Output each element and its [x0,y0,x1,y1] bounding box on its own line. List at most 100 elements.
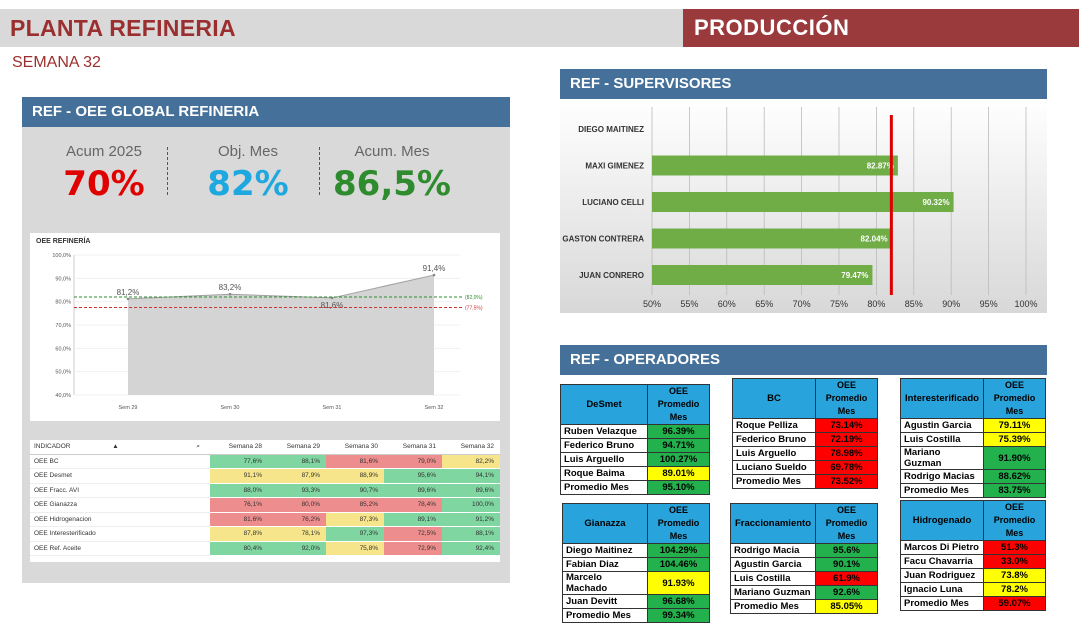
operator-value: 89.01% [647,466,710,481]
table-row[interactable]: OEE Hidrogenacion 81,6% 76,2% 87,3% 89,1% 91,… [30,512,500,527]
operator-name: Ruben Velazque [560,424,648,439]
operator-name: Federico Bruno [732,432,816,447]
operator-name: Promedio Mes [562,608,648,623]
operator-value: 51.3% [983,540,1046,555]
group-name: Fraccionamiento [730,503,816,544]
operator-header-row: Interesterificado OEE Promedio Mes [900,378,1046,419]
operator-row: Juan Rodriguez 73.8% [900,568,1046,583]
operator-name: Facu Chavarria [900,554,984,569]
operator-row: Rodrigo Macias 88.62% [900,469,1046,484]
x-tick-label: 90% [942,299,960,309]
operator-row: Luis Arguello 78.98% [732,446,878,461]
x-tick-label: 95% [980,299,998,309]
oee-panel-title: REF - OEE GLOBAL REFINERIA [22,97,510,127]
operator-value: 33.0% [983,554,1046,569]
bar-value-label: 82.04% [861,235,888,244]
operator-value: 79.11% [983,418,1046,433]
group-name: Hidrogenado [900,500,984,541]
reference-label: (82,0%) [465,295,483,301]
operator-value: 88.62% [983,469,1046,484]
table-cell: 89,6% [442,483,500,498]
operator-value: 61.9% [815,571,878,586]
kpi-label: Obj. Mes [217,143,278,160]
operator-row: Promedio Mes 83.75% [900,483,1046,498]
table-row[interactable]: OEE Interesterificado 87,8% 78,1% 97,3% 72,5… [30,526,500,542]
operator-row: Ruben Velazque 96.39% [560,424,710,439]
oee-refineria-chart: OEE REFINERÍA 40,0% 50,0% 60,0% 70,0% 80,0% 9… [30,233,500,421]
table-cell: 93,3% [268,483,326,498]
column-header[interactable]: Semana 29 [268,440,326,455]
top-bar: PLANTA REFINERIA PRODUCCIÓN [0,9,1079,47]
operator-name: Luis Costilla [900,432,984,447]
operator-header-row: BC OEE Promedio Mes [732,378,878,419]
supervisor-name: DIEGO MAITINEZ [578,125,644,134]
operator-value: 75.39% [983,432,1046,447]
operator-row: Juan Devitt 96.68% [562,594,710,609]
table-cell: 87,8% [210,526,268,542]
y-tick-label: 70,0% [55,323,71,329]
table-row[interactable]: OEE Desmet 91,1% 87,9% 88,9% 95,6% 94,1% [30,468,500,484]
operator-name: Ignacio Luna [900,582,984,597]
supervisor-bar [652,265,873,285]
group-name: BC [732,378,816,419]
column-header[interactable]: Semana 31 [384,440,442,455]
bar-value-label: 79.47% [841,271,868,280]
table-cell: 78,1% [268,526,326,542]
operator-table-gianazza: Gianazza OEE Promedio Mes Diego Maitinez 10… [562,503,710,623]
operator-row: Ignacio Luna 78.2% [900,582,1046,597]
search-icon[interactable]: ⌕ [196,443,200,451]
operator-row: Facu Chavarria 33.0% [900,554,1046,569]
kpi-value: 82% [207,164,289,204]
column-header[interactable]: Semana 32 [442,440,500,455]
operator-name: Roque Pelliza [732,418,816,433]
table-row[interactable]: OEE Ref. Aceite 80,4% 92,0% 75,8% 72,9% 92,4% [30,541,500,556]
x-tick-label: 85% [905,299,923,309]
kpi-obj-mes: Obj. Mes 82% [188,143,308,204]
column-header[interactable]: INDICADOR ▲ ⌕ [30,440,210,455]
operator-value: 91.90% [983,446,1046,470]
operator-name: Agustin Garcia [730,557,816,572]
table-row[interactable]: OEE Gianazza 76,1% 80,0% 85,2% 78,4% 100,0% [30,497,500,513]
operator-name: Luis Arguello [560,452,648,467]
operator-name: Fabian Diaz [562,557,648,572]
operator-row: Marcos Di Pietro 51.3% [900,540,1046,555]
operator-value: 95.6% [815,543,878,558]
operator-value: 73.14% [815,418,878,433]
operator-name: Juan Rodriguez [900,568,984,583]
operator-row: Roque Baima 89.01% [560,466,710,481]
operator-value: 96.68% [647,594,710,609]
supervisor-name: JUAN CONRERO [579,271,644,280]
y-tick-label: 40,0% [55,393,71,399]
x-tick-label: 55% [680,299,698,309]
table-cell: 97,3% [326,526,384,542]
indicator-name: OEE Interesterificado [30,526,210,542]
group-name: DeSmet [560,384,648,425]
table-cell: 76,1% [210,497,268,513]
operator-value: 92.6% [815,585,878,600]
indicator-table: INDICADOR ▲ ⌕ Semana 28 Semana 29 Semana… [30,440,500,562]
sort-icon[interactable]: ▲ [112,443,118,450]
operator-row: Luis Costilla 61.9% [730,571,878,586]
column-header: OEE Promedio Mes [647,384,710,425]
table-row[interactable]: OEE BC 77,6% 88,1% 81,6% 79,0% 82,2% [30,454,500,469]
page-title: PLANTA REFINERIA [10,15,236,41]
table-cell: 88,0% [210,483,268,498]
column-header: OEE Promedio Mes [815,378,878,419]
data-label: 83,2% [219,283,242,292]
column-header[interactable]: Semana 28 [210,440,268,455]
column-header[interactable]: Semana 30 [326,440,384,455]
x-tick-label: Sem 32 [425,405,444,411]
table-cell: 75,8% [326,541,384,556]
data-label: 81,6% [321,301,344,310]
y-tick-label: 90,0% [55,276,71,282]
table-cell: 92,0% [268,541,326,556]
operator-name: Promedio Mes [560,480,648,495]
table-cell: 88,1% [442,526,500,542]
operator-row: Promedio Mes 95.10% [560,480,710,495]
operator-value: 73.8% [983,568,1046,583]
operator-header-row: DeSmet OEE Promedio Mes [560,384,710,425]
table-row[interactable]: OEE Fracc. AVI 88,0% 93,3% 90,7% 89,6% 89,6% [30,483,500,498]
kpi-label: Acum 2025 [66,143,142,160]
operator-row: Agustin Garcia 90.1% [730,557,878,572]
operator-row: Promedio Mes 73.52% [732,474,878,489]
